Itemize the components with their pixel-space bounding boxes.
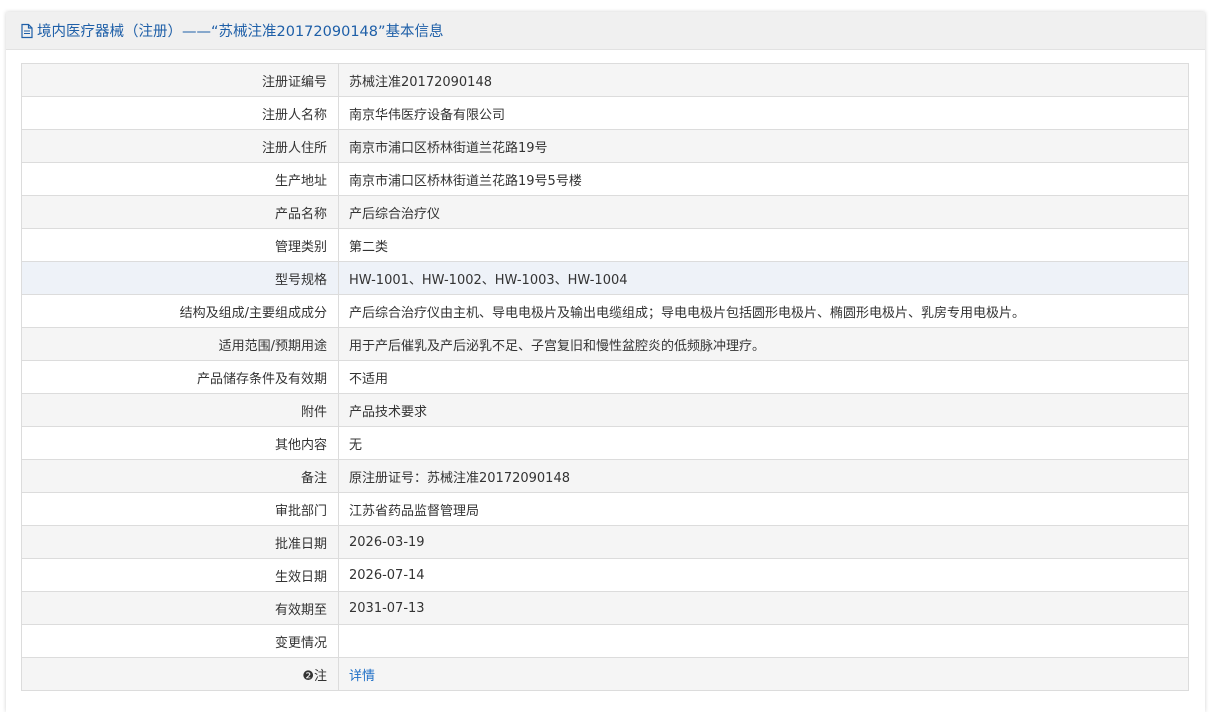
row-label: 变更情况: [21, 624, 339, 658]
table-row: 生效日期 2026-07-14: [21, 558, 1189, 592]
row-value: HW-1001、HW-1002、HW-1003、HW-1004: [338, 261, 1189, 295]
table-row: 结构及组成/主要组成成分 产后综合治疗仪由主机、导电电极片及输出电缆组成；导电电…: [21, 294, 1189, 328]
row-value: 产后综合治疗仪: [338, 195, 1189, 229]
row-label: 注册人住所: [21, 129, 339, 163]
row-label: 产品名称: [21, 195, 339, 229]
row-value: 不适用: [338, 360, 1189, 394]
document-icon: [20, 23, 34, 39]
table-row: 产品储存条件及有效期 不适用: [21, 360, 1189, 394]
row-value: 南京华伟医疗设备有限公司: [338, 96, 1189, 130]
row-value: 2026-07-14: [338, 558, 1189, 592]
table-row: 适用范围/预期用途 用于产后催乳及产后泌乳不足、子宫复旧和慢性盆腔炎的低频脉冲理…: [21, 327, 1189, 361]
table-row: 附件 产品技术要求: [21, 393, 1189, 427]
row-value: 2026-03-19: [338, 525, 1189, 559]
table-row: 生产地址 南京市浦口区桥林街道兰花路19号5号楼: [21, 162, 1189, 196]
row-label: 结构及组成/主要组成成分: [21, 294, 339, 328]
row-label: 附件: [21, 393, 339, 427]
row-value: 产后综合治疗仪由主机、导电电极片及输出电缆组成；导电电极片包括圆形电极片、椭圆形…: [338, 294, 1189, 328]
row-label: ❷注: [21, 657, 339, 691]
table-row: 批准日期 2026-03-19: [21, 525, 1189, 559]
row-label: 型号规格: [21, 261, 339, 295]
info-panel: 境内医疗器械（注册）——“苏械注准20172090148”基本信息 注册证编号 …: [6, 12, 1205, 712]
row-value: 用于产后催乳及产后泌乳不足、子宫复旧和慢性盆腔炎的低频脉冲理疗。: [338, 327, 1189, 361]
row-label: 产品储存条件及有效期: [21, 360, 339, 394]
table-row: 注册证编号 苏械注准20172090148: [21, 63, 1189, 97]
detail-table: 注册证编号 苏械注准20172090148 注册人名称 南京华伟医疗设备有限公司…: [21, 63, 1189, 691]
row-value: [338, 624, 1189, 658]
page-title: 境内医疗器械（注册）——“苏械注准20172090148”基本信息: [37, 24, 444, 40]
row-label: 注册人名称: [21, 96, 339, 130]
row-value: 江苏省药品监督管理局: [338, 492, 1189, 526]
row-label: 适用范围/预期用途: [21, 327, 339, 361]
row-value: 第二类: [338, 228, 1189, 262]
details-link[interactable]: 详情: [349, 669, 375, 684]
row-label: 注册证编号: [21, 63, 339, 97]
row-label: 批准日期: [21, 525, 339, 559]
row-value: 南京市浦口区桥林街道兰花路19号5号楼: [338, 162, 1189, 196]
table-row: 型号规格 HW-1001、HW-1002、HW-1003、HW-1004: [21, 261, 1189, 295]
table-row: ❷注 详情: [21, 657, 1189, 691]
row-label: 其他内容: [21, 426, 339, 460]
table-row: 其他内容 无: [21, 426, 1189, 460]
row-label: 生产地址: [21, 162, 339, 196]
row-label: 有效期至: [21, 591, 339, 625]
row-value: 无: [338, 426, 1189, 460]
row-value: 原注册证号：苏械注准20172090148: [338, 459, 1189, 493]
row-label: 管理类别: [21, 228, 339, 262]
table-row: 产品名称 产后综合治疗仪: [21, 195, 1189, 229]
table-row: 备注 原注册证号：苏械注准20172090148: [21, 459, 1189, 493]
row-value: 详情: [338, 657, 1189, 691]
table-row: 注册人名称 南京华伟医疗设备有限公司: [21, 96, 1189, 130]
row-value: 产品技术要求: [338, 393, 1189, 427]
table-row: 管理类别 第二类: [21, 228, 1189, 262]
table-row: 审批部门 江苏省药品监督管理局: [21, 492, 1189, 526]
row-label: 审批部门: [21, 492, 339, 526]
panel-header: 境内医疗器械（注册）——“苏械注准20172090148”基本信息: [6, 12, 1205, 50]
row-value: 南京市浦口区桥林街道兰花路19号: [338, 129, 1189, 163]
table-row: 有效期至 2031-07-13: [21, 591, 1189, 625]
row-value: 2031-07-13: [338, 591, 1189, 625]
row-label: 备注: [21, 459, 339, 493]
row-value: 苏械注准20172090148: [338, 63, 1189, 97]
table-row: 注册人住所 南京市浦口区桥林街道兰花路19号: [21, 129, 1189, 163]
table-row: 变更情况: [21, 624, 1189, 658]
row-label: 生效日期: [21, 558, 339, 592]
detail-table-wrap: 注册证编号 苏械注准20172090148 注册人名称 南京华伟医疗设备有限公司…: [21, 63, 1189, 691]
